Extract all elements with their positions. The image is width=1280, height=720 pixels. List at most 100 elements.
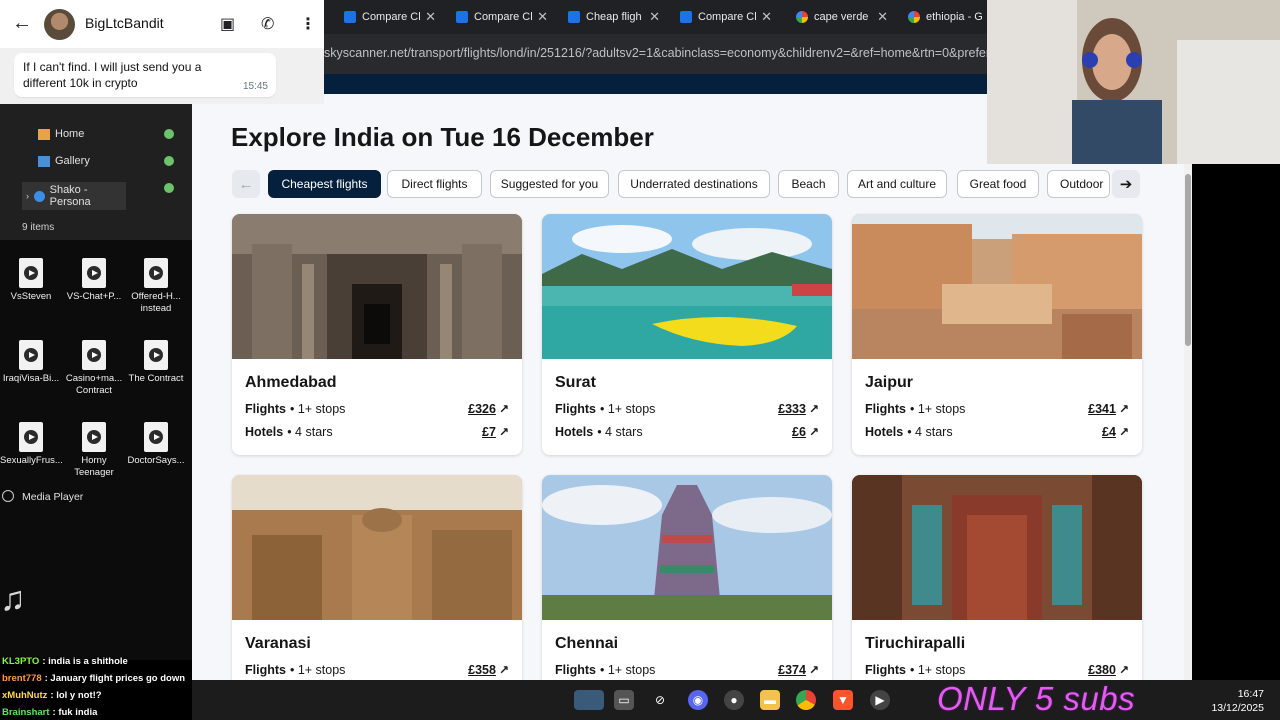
- filter-chip-direct[interactable]: Direct flights: [387, 170, 482, 198]
- stream-chat-line: Brainshart: fuk india: [2, 707, 98, 718]
- flight-price[interactable]: £358: [468, 663, 496, 677]
- stream-chat-line: KL3PTO: india is a shithole: [2, 656, 128, 667]
- browser-tab[interactable]: Cheap fligh ✕: [560, 4, 668, 30]
- flight-price[interactable]: £374: [778, 663, 806, 677]
- flights-row[interactable]: Flights • 1+ stops £374 ↗: [555, 663, 819, 677]
- scroll-left-button[interactable]: ←: [232, 170, 260, 198]
- arrow-right-icon: ➔: [1119, 176, 1133, 193]
- cloud-icon: [34, 190, 45, 202]
- browser-tab[interactable]: Compare Ch ✕: [448, 4, 556, 30]
- city-name: Jaipur: [865, 374, 914, 391]
- video-file-icon: [144, 422, 168, 452]
- browser-tab[interactable]: Compare Ch ✕: [672, 4, 780, 30]
- back-arrow-icon[interactable]: ←: [12, 12, 32, 35]
- close-tab-icon[interactable]: ✕: [537, 9, 548, 25]
- hotels-row[interactable]: Hotels • 4 stars £7 ↗: [245, 425, 509, 439]
- video-file-icon: [82, 340, 106, 370]
- contact-avatar[interactable]: [44, 9, 75, 40]
- filter-chip-outdoor[interactable]: Outdoor: [1047, 170, 1110, 198]
- hotel-price[interactable]: £7: [482, 425, 496, 439]
- filter-chip-art[interactable]: Art and culture: [847, 170, 947, 198]
- filter-chip-beach[interactable]: Beach: [778, 170, 839, 198]
- app-icon[interactable]: ●: [724, 690, 744, 710]
- flights-row[interactable]: Flights • 1+ stops £380 ↗: [865, 663, 1129, 677]
- close-tab-icon[interactable]: ✕: [425, 9, 436, 25]
- flight-price[interactable]: £341: [1088, 402, 1116, 416]
- external-link-icon: ↗: [498, 402, 509, 416]
- media-player-icon: [2, 490, 14, 502]
- message-bubble[interactable]: If I can't find. I will just send you a …: [14, 53, 276, 97]
- explorer-item-onedrive[interactable]: › Shako - Persona: [22, 182, 126, 210]
- hotel-price[interactable]: £4: [1102, 425, 1116, 439]
- destination-card-ahmedabad[interactable]: Ahmedabad Flights • 1+ stops £326 ↗ Hotels •…: [232, 214, 522, 455]
- browser-tab[interactable]: Compare Ch ✕: [336, 4, 444, 30]
- filter-chip-cheapest[interactable]: Cheapest flights: [268, 170, 381, 198]
- skyscanner-icon: [344, 11, 356, 23]
- explorer-item-gallery[interactable]: Gallery: [38, 155, 90, 167]
- destination-card-surat[interactable]: Surat Flights • 1+ stops £333 ↗ Hotels • 4 s…: [542, 214, 832, 455]
- external-link-icon: ↗: [1118, 663, 1129, 677]
- video-file-icon: [82, 422, 106, 452]
- scroll-right-button[interactable]: ➔: [1112, 170, 1140, 198]
- desktop-icon[interactable]: SexuallyFrus...: [0, 422, 63, 467]
- widgets-icon[interactable]: [574, 690, 604, 710]
- filter-chip-suggested[interactable]: Suggested for you: [490, 170, 609, 198]
- destination-card-chennai[interactable]: Chennai Flights • 1+ stops £374 ↗: [542, 475, 832, 680]
- desktop-icon[interactable]: Offered-H... instead: [125, 258, 187, 315]
- flights-row[interactable]: Flights • 1+ stops £326 ↗: [245, 402, 509, 416]
- flights-row[interactable]: Flights • 1+ stops £358 ↗: [245, 663, 509, 677]
- media-player-window[interactable]: Media Player: [0, 488, 192, 506]
- filter-chip-food[interactable]: Great food: [957, 170, 1039, 198]
- chrome-icon[interactable]: [796, 690, 816, 710]
- external-link-icon: ↗: [808, 402, 819, 416]
- hotel-price[interactable]: £6: [792, 425, 806, 439]
- more-options-icon[interactable]: ⋮: [300, 14, 316, 34]
- task-view-icon[interactable]: ▭: [614, 690, 634, 710]
- desktop-icon[interactable]: The Contract: [125, 340, 187, 385]
- flight-price[interactable]: £326: [468, 402, 496, 416]
- screen: Compare Ch ✕ Compare Ch ✕ Cheap fligh ✕ Com…: [0, 0, 1280, 720]
- message-text: If I can't find. I will just send you a …: [23, 60, 202, 90]
- browser-tab[interactable]: cape verde ✕: [788, 4, 896, 30]
- desktop-icon[interactable]: IraqiVisa-Bi...: [0, 340, 62, 385]
- destination-card-tiruchirapalli[interactable]: Tiruchirapalli Flights • 1+ stops £380 ↗: [852, 475, 1142, 680]
- sync-status-icon: [164, 156, 174, 166]
- google-icon: [796, 11, 808, 23]
- app-icon[interactable]: ⊘: [650, 690, 670, 710]
- flights-row[interactable]: Flights • 1+ stops £341 ↗: [865, 402, 1129, 416]
- filter-chip-underrated[interactable]: Underrated destinations: [618, 170, 770, 198]
- phone-icon[interactable]: ✆: [261, 14, 274, 34]
- close-tab-icon[interactable]: ✕: [649, 9, 660, 25]
- video-call-icon[interactable]: ▣: [220, 14, 235, 34]
- desktop: VsSteven VS-Chat+P... Offered-H... inste…: [0, 240, 192, 660]
- chennai-photo: [542, 475, 832, 620]
- chat-messages: If I can't find. I will just send you a …: [0, 48, 324, 104]
- external-link-icon: ↗: [808, 425, 819, 439]
- desktop-icon[interactable]: DoctorSays...: [125, 422, 187, 467]
- chevron-right-icon[interactable]: ›: [26, 191, 29, 201]
- url-text[interactable]: skyscanner.net/transport/flights/lond/in…: [324, 46, 1017, 60]
- scroll-thumb[interactable]: [1185, 174, 1191, 346]
- hotels-row[interactable]: Hotels • 4 stars £4 ↗: [865, 425, 1129, 439]
- destination-card-jaipur[interactable]: Jaipur Flights • 1+ stops £341 ↗ Hotels • 4 …: [852, 214, 1142, 455]
- destination-card-varanasi[interactable]: Varanasi Flights • 1+ stops £358 ↗: [232, 475, 522, 680]
- page-scrollbar[interactable]: [1184, 164, 1192, 680]
- discord-icon[interactable]: ◉: [688, 690, 708, 710]
- flight-price[interactable]: £333: [778, 402, 806, 416]
- hotels-row[interactable]: Hotels • 4 stars £6 ↗: [555, 425, 819, 439]
- video-file-icon: [19, 422, 43, 452]
- close-tab-icon[interactable]: ✕: [877, 9, 888, 25]
- brave-icon[interactable]: ▼: [833, 690, 853, 710]
- desktop-icon[interactable]: Horny Teenager: [63, 422, 125, 479]
- desktop-icon[interactable]: VS-Chat+P...: [63, 258, 125, 303]
- desktop-icon[interactable]: Casino+ma... Contract: [63, 340, 125, 397]
- media-player-icon[interactable]: ▶: [870, 690, 890, 710]
- close-tab-icon[interactable]: ✕: [761, 9, 772, 25]
- file-explorer-icon[interactable]: ▬: [760, 690, 780, 710]
- system-clock[interactable]: 16:47 13/12/2025: [1211, 687, 1264, 715]
- contact-name[interactable]: BigLtcBandit: [85, 15, 164, 31]
- flight-price[interactable]: £380: [1088, 663, 1116, 677]
- desktop-icon[interactable]: VsSteven: [0, 258, 62, 303]
- explorer-item-home[interactable]: Home: [38, 128, 84, 140]
- flights-row[interactable]: Flights • 1+ stops £333 ↗: [555, 402, 819, 416]
